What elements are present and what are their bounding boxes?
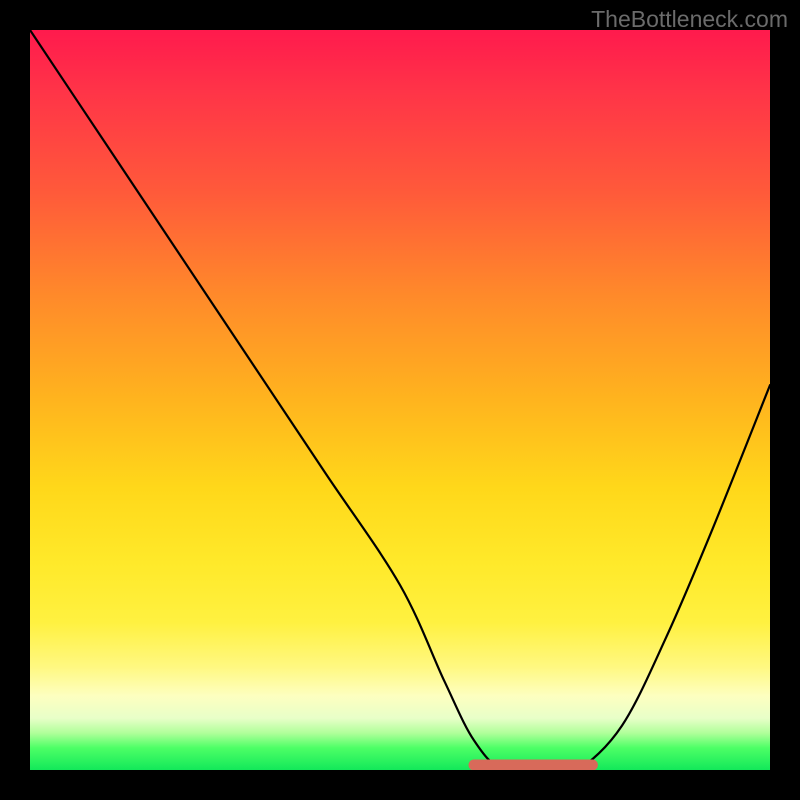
bottleneck-curve — [30, 30, 770, 770]
curve-layer — [30, 30, 770, 770]
chart-stage: TheBottleneck.com — [0, 0, 800, 800]
watermark-text: TheBottleneck.com — [591, 6, 788, 33]
plot-area — [30, 30, 770, 770]
